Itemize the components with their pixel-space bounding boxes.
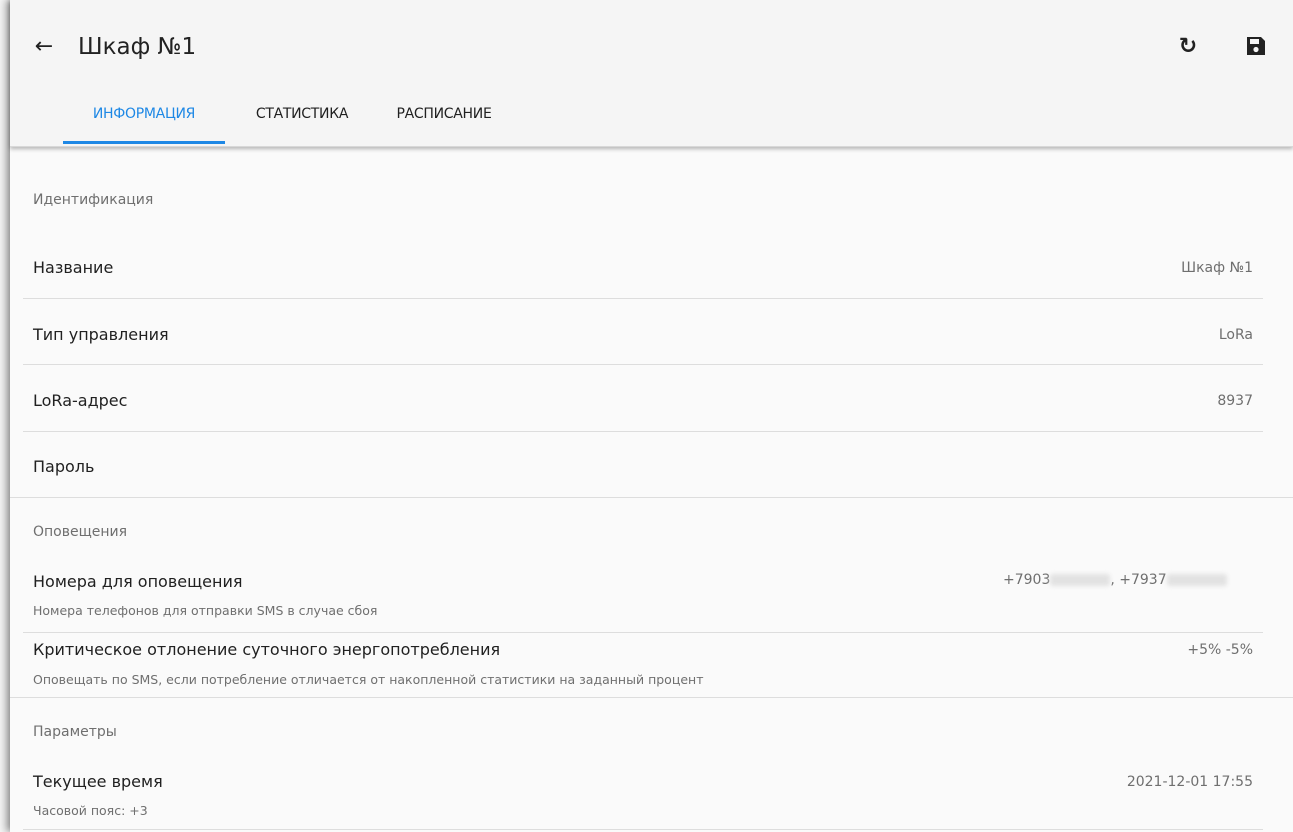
current-time-value[interactable]: 2021-12-01 17:55: [1127, 774, 1253, 790]
divider: [23, 829, 1263, 830]
tab-statistics[interactable]: СТАТИСТИКА: [235, 96, 369, 146]
deviation-value[interactable]: +5% -5%: [1187, 642, 1253, 658]
name-value[interactable]: Шкаф №1: [1181, 260, 1253, 276]
current-time-label: Текущее время: [33, 772, 163, 791]
deviation-description: Оповещать по SMS, если потребление отлич…: [33, 672, 704, 687]
lora-address-value[interactable]: 8937: [1217, 393, 1253, 409]
timezone-description: Часовой пояс: +3: [33, 803, 148, 818]
section-divider: [10, 497, 1293, 498]
control-type-value[interactable]: LoRa: [1219, 327, 1253, 343]
phone-2-prefix: +7937: [1119, 572, 1167, 588]
section-divider: [10, 697, 1293, 698]
divider: [23, 632, 1263, 633]
save-button[interactable]: [1244, 34, 1268, 58]
redacted-phone-digits: [1050, 574, 1111, 586]
divider: [23, 364, 1263, 365]
refresh-icon: ↻: [1178, 34, 1198, 59]
section-header-identification: Идентификация: [33, 192, 154, 208]
phone-separator: ,: [1110, 572, 1120, 588]
phones-value[interactable]: +7903, +7937: [1003, 572, 1227, 588]
control-type-label: Тип управления: [33, 325, 169, 344]
app-bar: ← Шкаф №1 ↻ ИНФОРМАЦИЯ СТАТИСТИКА РАСПИС…: [10, 0, 1293, 147]
phones-label: Номера для оповещения: [33, 572, 243, 591]
active-tab-indicator: [63, 141, 225, 144]
name-label: Название: [33, 258, 114, 277]
app-window: ← Шкаф №1 ↻ ИНФОРМАЦИЯ СТАТИСТИКА РАСПИС…: [10, 0, 1293, 832]
arrow-left-icon: ←: [34, 34, 54, 59]
lora-address-label: LoRa-адрес: [33, 391, 128, 410]
deviation-label: Критическое отлонение суточного энергопо…: [33, 640, 501, 659]
redacted-phone-digits: [1166, 574, 1227, 586]
divider: [23, 298, 1263, 299]
section-header-parameters: Параметры: [33, 724, 117, 740]
divider: [23, 431, 1263, 432]
page-title: Шкаф №1: [78, 34, 197, 60]
back-button[interactable]: ←: [30, 30, 58, 64]
password-label: Пароль: [33, 457, 95, 476]
tab-information[interactable]: ИНФОРМАЦИЯ: [63, 96, 225, 146]
section-header-notifications: Оповещения: [33, 524, 128, 540]
tab-schedule[interactable]: РАСПИСАНИЕ: [376, 96, 512, 146]
floppy-disk-icon: [1247, 37, 1265, 55]
phones-description: Номера телефонов для отправки SMS в случ…: [33, 603, 378, 618]
refresh-button[interactable]: ↻: [1173, 32, 1203, 62]
phone-1-prefix: +7903: [1003, 572, 1051, 588]
